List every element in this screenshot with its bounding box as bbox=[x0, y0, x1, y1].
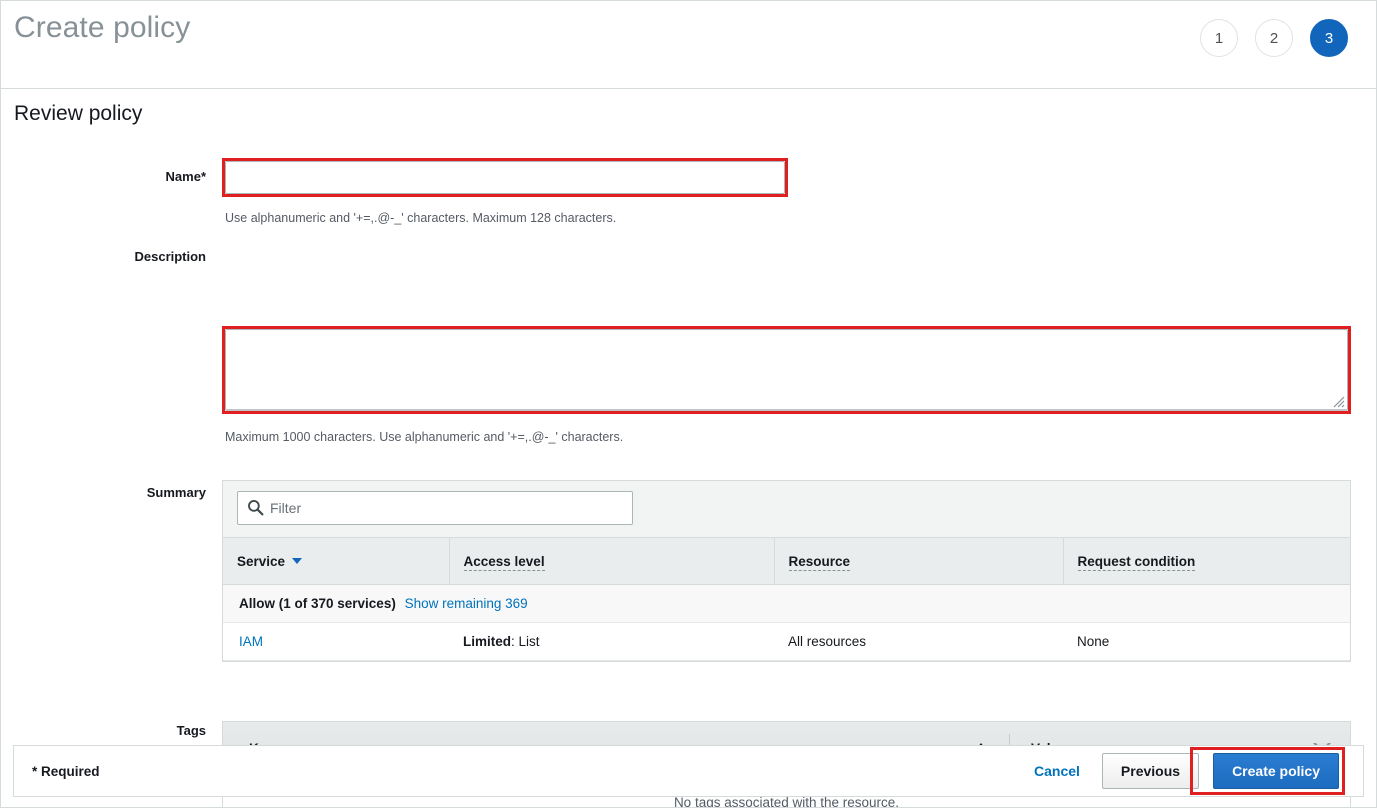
summary-label: Summary bbox=[146, 485, 206, 500]
sort-descending-caret-icon bbox=[292, 557, 303, 564]
page-title: Create policy bbox=[14, 11, 191, 44]
summary-table: Service Access level Resource Request co… bbox=[223, 538, 1350, 661]
description-field-help-text: Maximum 1000 characters. Use alphanumeri… bbox=[225, 430, 624, 444]
wizard-step-1[interactable]: 1 bbox=[1200, 19, 1238, 57]
column-header-resource-label: Resource bbox=[788, 553, 851, 571]
create-policy-page: Create policy 1 2 3 Review policy Name* … bbox=[0, 0, 1377, 808]
description-textarea[interactable] bbox=[225, 329, 1348, 411]
cell-resource: All resources bbox=[774, 622, 1063, 661]
column-header-access-level-label: Access level bbox=[463, 553, 545, 571]
previous-button[interactable]: Previous bbox=[1101, 753, 1200, 789]
table-row: IAM Limited: List All resources None bbox=[223, 622, 1350, 661]
summary-group-row: Allow (1 of 370 services) Show remaining… bbox=[223, 584, 1350, 623]
access-level-value: : List bbox=[511, 634, 540, 649]
column-header-service-label: Service bbox=[237, 553, 286, 569]
summary-group-label: Allow (1 of 370 services) bbox=[239, 596, 396, 611]
column-header-service[interactable]: Service bbox=[223, 538, 449, 585]
wizard-step-2-label: 2 bbox=[1269, 29, 1279, 47]
wizard-step-2[interactable]: 2 bbox=[1255, 19, 1293, 57]
wizard-step-3-label: 3 bbox=[1324, 29, 1334, 47]
section-title: Review policy bbox=[14, 102, 143, 125]
summary-table-header-row: Service Access level Resource Request co… bbox=[223, 538, 1350, 585]
column-header-access-level[interactable]: Access level bbox=[448, 538, 774, 585]
description-field-label: Description bbox=[134, 249, 206, 264]
access-level-prefix: Limited bbox=[463, 634, 512, 649]
required-note: * Required bbox=[32, 763, 100, 779]
wizard-step-indicator: 1 2 3 bbox=[1200, 19, 1348, 57]
name-input[interactable] bbox=[225, 161, 785, 194]
summary-group-cell: Allow (1 of 370 services) Show remaining… bbox=[223, 584, 1350, 623]
page-header: Create policy 1 2 3 bbox=[1, 1, 1376, 89]
name-field-label: Name* bbox=[165, 169, 206, 184]
cell-access-level: Limited: List bbox=[449, 622, 774, 661]
name-field-help-text: Use alphanumeric and '+=,.@-_' character… bbox=[225, 211, 617, 225]
create-policy-button[interactable]: Create policy bbox=[1213, 753, 1339, 789]
summary-filter-bar bbox=[223, 481, 1350, 538]
cancel-button[interactable]: Cancel bbox=[1026, 757, 1088, 785]
show-remaining-services-link[interactable]: Show remaining 369 bbox=[405, 596, 528, 611]
column-header-resource[interactable]: Resource bbox=[773, 538, 1063, 585]
tags-label: Tags bbox=[176, 723, 206, 738]
footer-actions: Cancel Previous Create policy bbox=[1026, 747, 1345, 795]
column-header-request-condition[interactable]: Request condition bbox=[1062, 538, 1350, 585]
service-link-iam[interactable]: IAM bbox=[239, 634, 263, 649]
summary-panel: Service Access level Resource Request co… bbox=[222, 480, 1351, 662]
search-icon bbox=[248, 500, 264, 516]
page-content: Review policy Name* Use alphanumeric and… bbox=[1, 89, 1376, 807]
summary-filter-input[interactable] bbox=[237, 491, 633, 525]
column-header-request-condition-label: Request condition bbox=[1077, 553, 1196, 571]
cell-request-condition: None bbox=[1063, 622, 1350, 661]
page-footer: * Required Cancel Previous Create policy bbox=[13, 745, 1364, 797]
cell-service: IAM bbox=[223, 622, 449, 661]
wizard-step-3[interactable]: 3 bbox=[1310, 19, 1348, 57]
filter-input-wrapper bbox=[237, 491, 633, 525]
wizard-step-1-label: 1 bbox=[1214, 29, 1224, 47]
